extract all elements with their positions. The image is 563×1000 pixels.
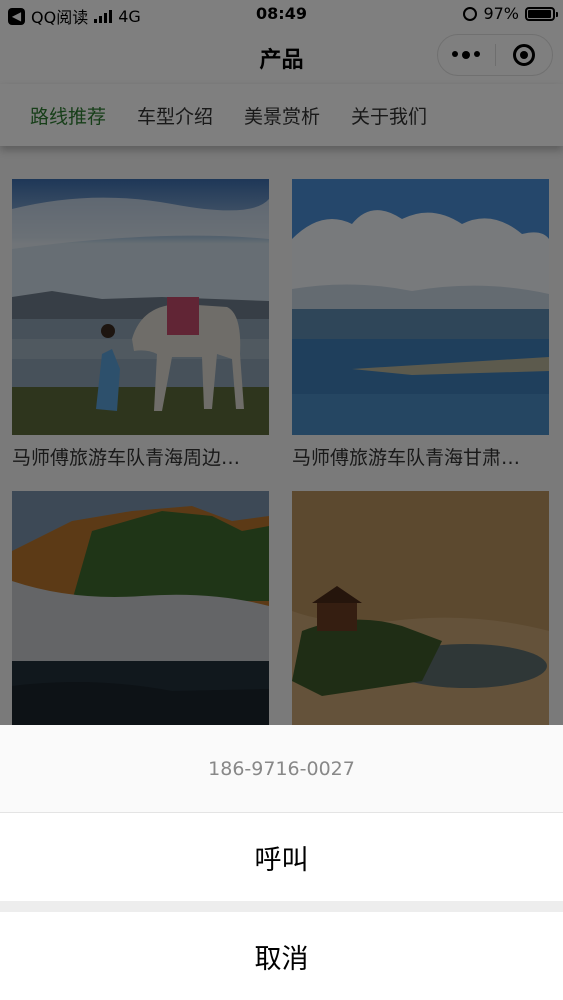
action-sheet: 186-9716-0027 呼叫 取消 bbox=[0, 725, 563, 1000]
sheet-separator bbox=[0, 901, 563, 912]
phone-number: 186-9716-0027 bbox=[0, 725, 563, 813]
call-button[interactable]: 呼叫 bbox=[0, 813, 563, 901]
cancel-button[interactable]: 取消 bbox=[0, 912, 563, 1000]
